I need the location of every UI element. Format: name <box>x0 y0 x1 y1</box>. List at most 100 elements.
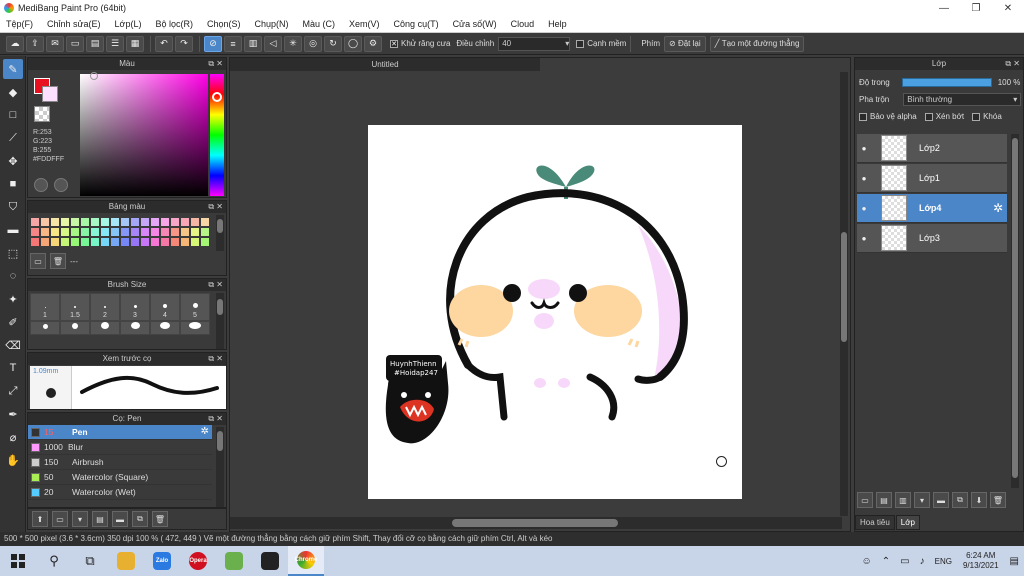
panel-close-icon[interactable]: ⧉ ✕ <box>208 279 223 291</box>
color-palette-icon[interactable] <box>54 178 68 192</box>
palette-swatch[interactable] <box>190 217 200 227</box>
palette-swatch[interactable] <box>170 237 180 247</box>
panel-close-icon[interactable]: ⧉ ✕ <box>208 58 223 70</box>
snap-off-icon[interactable]: ⊘ <box>204 35 222 52</box>
chrome-app-icon[interactable]: Chrome <box>288 546 324 576</box>
new-brush-icon[interactable]: ▭ <box>52 511 68 527</box>
comment-icon[interactable]: ✉ <box>46 35 64 52</box>
move-tool-icon[interactable]: ✥ <box>3 151 23 171</box>
layer-row-lop3[interactable]: ● Lớp3 <box>857 224 1007 253</box>
select-rect-tool-icon[interactable]: ⬚ <box>3 243 23 263</box>
palette-swatch[interactable] <box>30 237 40 247</box>
brush-list-scrollbar[interactable] <box>216 427 224 507</box>
brush-size-option[interactable]: 4 <box>150 293 180 321</box>
magic-wand-tool-icon[interactable]: ✦ <box>3 289 23 309</box>
brush-item-watercolor-square[interactable]: 50 Watercolor (Square) <box>28 470 212 485</box>
palette-swatch[interactable] <box>130 237 140 247</box>
task-view-icon[interactable]: ⧉ <box>72 546 108 576</box>
straight-line-button[interactable]: ╱ Tạo một đường thẳng <box>709 35 805 52</box>
palette-swatch[interactable] <box>70 217 80 227</box>
minimize-button[interactable]: — <box>928 3 960 14</box>
transparent-color-swatch[interactable] <box>34 106 50 122</box>
new-palette-icon[interactable]: ▭ <box>30 253 46 269</box>
file-explorer-icon[interactable] <box>108 546 144 576</box>
saturation-value-picker[interactable] <box>80 74 208 196</box>
share-icon[interactable]: ⇪ <box>26 35 44 52</box>
menu-edit[interactable]: Chỉnh sửa(E) <box>47 19 101 29</box>
palette-swatch[interactable] <box>60 237 70 247</box>
palette-swatch[interactable] <box>160 237 170 247</box>
panel-close-icon[interactable]: ⧉ ✕ <box>208 413 223 425</box>
menu-view[interactable]: Xem(V) <box>349 19 380 29</box>
brush-doc-icon[interactable]: ▤ <box>92 511 108 527</box>
volume-icon[interactable]: ♪ <box>920 556 925 567</box>
pen-curve-tool-icon[interactable]: ⟋ <box>3 128 23 148</box>
new-layer-icon[interactable]: ▭ <box>857 492 873 508</box>
layer-row-lop4[interactable]: ● Lớp4 ✲ <box>857 194 1007 223</box>
undo-icon[interactable]: ↶ <box>155 35 173 52</box>
layer-scrollbar[interactable] <box>1011 134 1019 488</box>
folder-icon[interactable]: ▬ <box>112 511 128 527</box>
palette-swatch[interactable] <box>70 227 80 237</box>
palette-swatch[interactable] <box>180 227 190 237</box>
background-color-swatch[interactable] <box>42 86 58 102</box>
menu-filter[interactable]: Bộ lọc(R) <box>155 19 193 29</box>
rectangle-tool-icon[interactable]: □ <box>3 105 23 125</box>
correction-select[interactable]: 40 ▾ <box>498 36 571 51</box>
canvas-area[interactable]: Untitled HuynhThienn #Hoidap247 <box>229 57 851 532</box>
lock-checkbox[interactable] <box>972 112 981 121</box>
hand-tool-icon[interactable]: ✋ <box>3 450 23 470</box>
snap-settings-icon[interactable]: ⚙ <box>364 35 382 52</box>
menu-snap[interactable]: Chụp(N) <box>255 19 289 29</box>
palette-swatch[interactable] <box>80 217 90 227</box>
palette-swatch[interactable] <box>110 217 120 227</box>
palette-swatch[interactable] <box>100 237 110 247</box>
palette-swatch[interactable] <box>90 227 100 237</box>
search-icon[interactable]: ⚲ <box>36 546 72 576</box>
brush-item-watercolor-wet[interactable]: 20 Watercolor (Wet) <box>28 485 212 500</box>
menu-file[interactable]: Tệp(F) <box>6 19 33 29</box>
brush-item-pen[interactable]: 15 Pen ✲ <box>28 425 212 440</box>
fill-rect-tool-icon[interactable]: ■ <box>3 174 23 194</box>
blend-mode-select[interactable]: Bình thường ▾ <box>903 93 1022 106</box>
opacity-slider[interactable] <box>901 78 992 87</box>
brush-size-option[interactable]: 1.5 <box>60 293 90 321</box>
palette-swatch[interactable] <box>140 237 150 247</box>
brush-size-option[interactable] <box>30 321 60 335</box>
operation-tool-icon[interactable]: ⤢ <box>3 381 23 401</box>
notifications-icon[interactable]: ▤ <box>1010 556 1019 567</box>
eraser-tool-icon[interactable]: ◆ <box>3 82 23 102</box>
maximize-button[interactable]: ❐ <box>960 3 992 14</box>
fg-bg-swatches[interactable] <box>34 78 58 102</box>
palette-swatch[interactable] <box>150 217 160 227</box>
trash-icon[interactable]: 🗑 <box>990 492 1006 508</box>
canvas-vscrollbar[interactable] <box>840 72 848 516</box>
palette-swatch[interactable] <box>130 227 140 237</box>
panel-close-icon[interactable]: ⧉ ✕ <box>1005 58 1020 70</box>
redo-icon[interactable]: ↷ <box>175 35 193 52</box>
scroll-thumb[interactable] <box>217 299 223 315</box>
palette-swatch[interactable] <box>40 217 50 227</box>
brush-size-scrollbar[interactable] <box>216 293 224 349</box>
hue-cursor[interactable] <box>212 92 222 102</box>
document-tab[interactable]: Untitled <box>230 58 540 71</box>
paint-app-icon[interactable] <box>216 546 252 576</box>
palette-swatch[interactable] <box>70 237 80 247</box>
snap-cross-icon[interactable]: ▥ <box>244 35 262 52</box>
palette-scrollbar[interactable] <box>216 215 224 251</box>
text-tool-icon[interactable]: T <box>3 358 23 378</box>
brush-size-option[interactable] <box>90 321 120 335</box>
layer-menu-icon[interactable]: ▾ <box>914 492 930 508</box>
gear-icon[interactable]: ✲ <box>993 201 1003 215</box>
palette-swatch[interactable] <box>40 237 50 247</box>
antialias-toggle[interactable]: ✕ Khử răng cưa <box>390 39 450 48</box>
scroll-thumb[interactable] <box>1012 138 1018 478</box>
brush-tool-icon[interactable]: ✎ <box>3 59 23 79</box>
protect-alpha-checkbox[interactable] <box>859 112 867 121</box>
palette-swatch[interactable] <box>110 227 120 237</box>
scroll-thumb[interactable] <box>841 232 847 342</box>
palette-swatch[interactable] <box>180 237 190 247</box>
color-wheel-icon[interactable] <box>34 178 48 192</box>
palette-swatch[interactable] <box>60 227 70 237</box>
eye-icon[interactable]: ● <box>857 234 871 243</box>
